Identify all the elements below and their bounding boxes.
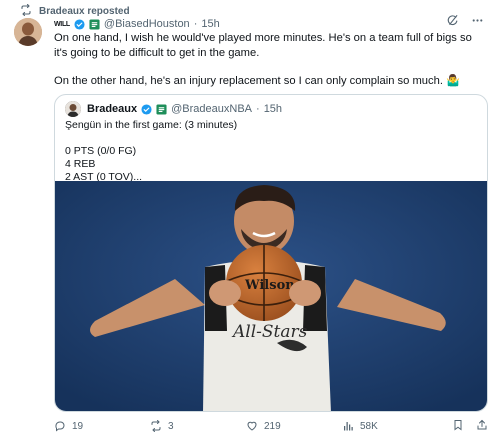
bookmark-icon: [454, 419, 462, 430]
reply-count: 19: [72, 420, 84, 432]
quote-line: [65, 132, 475, 145]
grok-icon[interactable]: [446, 14, 459, 32]
like-count: 219: [264, 420, 281, 432]
tweet-body: On one hand, I wish he would've played m…: [54, 31, 484, 103]
heart-icon: [247, 421, 257, 431]
tweet-actions-end: [452, 419, 488, 434]
repost-icon: [151, 420, 161, 432]
affiliate-badge-icon: [156, 103, 167, 115]
tweet-paragraph: On one hand, I wish he would've played m…: [54, 32, 472, 59]
quote-photo[interactable]: All-Stars Wilson: [55, 181, 487, 411]
separator-dot: ·: [193, 18, 198, 30]
views-button[interactable]: 58K: [342, 420, 438, 432]
reply-icon: [55, 421, 65, 432]
separator-dot: ·: [256, 103, 260, 115]
quote-time: 15h: [263, 103, 283, 115]
author-handle[interactable]: @BiasedHouston: [104, 18, 190, 30]
quote-header: Bradeaux @BradeauxNBA · 15h: [65, 101, 282, 117]
repost-icon: [20, 3, 32, 19]
tweet-header: WILL @BiasedHouston · 15h: [54, 16, 220, 32]
author-name[interactable]: WILL: [54, 21, 70, 28]
quoted-tweet[interactable]: Bradeaux @BradeauxNBA · 15h Şengün in th…: [54, 94, 488, 412]
jersey-lettering: All-Stars: [231, 322, 308, 342]
ball-brand-text: Wilson: [244, 278, 295, 293]
quote-line: 4 REB: [65, 158, 96, 170]
repost-banner-text[interactable]: Bradeaux reposted: [39, 6, 130, 17]
player-photo: All-Stars Wilson: [55, 181, 487, 411]
quote-body: Şengün in the first game: (3 minutes) 0 …: [65, 119, 475, 184]
repost-button[interactable]: 3: [150, 420, 246, 432]
author-avatar[interactable]: [14, 18, 42, 46]
quote-avatar: [65, 101, 81, 117]
like-button[interactable]: 219: [246, 420, 342, 432]
quote-author-handle: @BradeauxNBA: [171, 103, 253, 115]
verified-badge-icon: [141, 103, 152, 115]
reply-button[interactable]: 19: [54, 420, 150, 432]
tweet-paragraph: On the other hand, he's an injury replac…: [54, 75, 460, 87]
share-icon: [477, 419, 487, 429]
tweet-controls: [446, 14, 484, 32]
more-options-icon[interactable]: [471, 14, 484, 32]
quote-line: 0 PTS (0/0 FG): [65, 145, 137, 157]
verified-badge-icon: [74, 18, 85, 30]
bookmark-button[interactable]: [452, 419, 464, 434]
view-count: 58K: [360, 420, 378, 432]
tweet-time[interactable]: 15h: [201, 18, 219, 30]
quote-line: Şengün in the first game: (3 minutes): [65, 119, 238, 131]
tweet-actions: 19 3 219 58K: [54, 418, 488, 434]
affiliate-badge-icon: [89, 18, 100, 30]
views-icon: [344, 422, 353, 431]
quote-author-name: Bradeaux: [87, 103, 138, 115]
share-button[interactable]: [476, 419, 488, 434]
repost-count: 3: [168, 420, 174, 432]
